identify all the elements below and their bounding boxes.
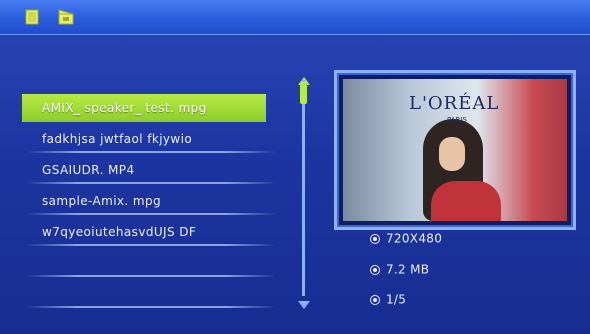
file-item[interactable]: GSAIUDR. MP4 — [16, 156, 276, 184]
page-value: 1/5 — [386, 292, 407, 307]
scroll-track[interactable] — [302, 80, 305, 296]
preview-frame: L'ORÉAL PARIS — [334, 70, 576, 230]
bullet-icon — [370, 233, 380, 244]
file-item-empty — [16, 280, 276, 308]
thumbnail-face — [439, 137, 465, 171]
file-list: AMIX_ speaker_ test. mpg fadkhjsa jwtfao… — [16, 94, 276, 311]
resolution-value: 720X480 — [386, 231, 443, 246]
file-item[interactable]: sample-Amix. mpg — [16, 187, 276, 215]
size-value: 7.2 MB — [386, 262, 430, 277]
thumbnail-clothing — [431, 181, 501, 221]
video-icon[interactable] — [58, 9, 74, 25]
top-bar — [0, 0, 590, 35]
file-item-selected[interactable]: AMIX_ speaker_ test. mpg — [22, 94, 266, 122]
size-info: 7.2 MB — [370, 262, 429, 277]
thumbnail-brand-subtext: PARIS — [447, 116, 467, 124]
scroll-thumb[interactable] — [300, 82, 307, 104]
bullet-icon — [370, 294, 380, 305]
scrollbar[interactable] — [297, 72, 311, 309]
file-item[interactable]: fadkhjsa jwtfaol fkjywio — [16, 125, 276, 153]
thumbnail-brand-text: L'ORÉAL — [409, 93, 500, 114]
bullet-icon — [370, 264, 380, 275]
page-info: 1/5 — [370, 292, 406, 307]
video-thumbnail: L'ORÉAL PARIS — [343, 79, 567, 221]
screen: AMIX_ speaker_ test. mpg fadkhjsa jwtfao… — [0, 0, 590, 334]
file-item[interactable]: w7qyeoiutehasvdUJS DF — [16, 218, 276, 246]
scroll-down-arrow-icon[interactable] — [298, 294, 310, 309]
file-item-empty — [16, 249, 276, 277]
resolution-info: 720X480 — [370, 231, 442, 246]
folder-icon[interactable] — [24, 9, 40, 25]
